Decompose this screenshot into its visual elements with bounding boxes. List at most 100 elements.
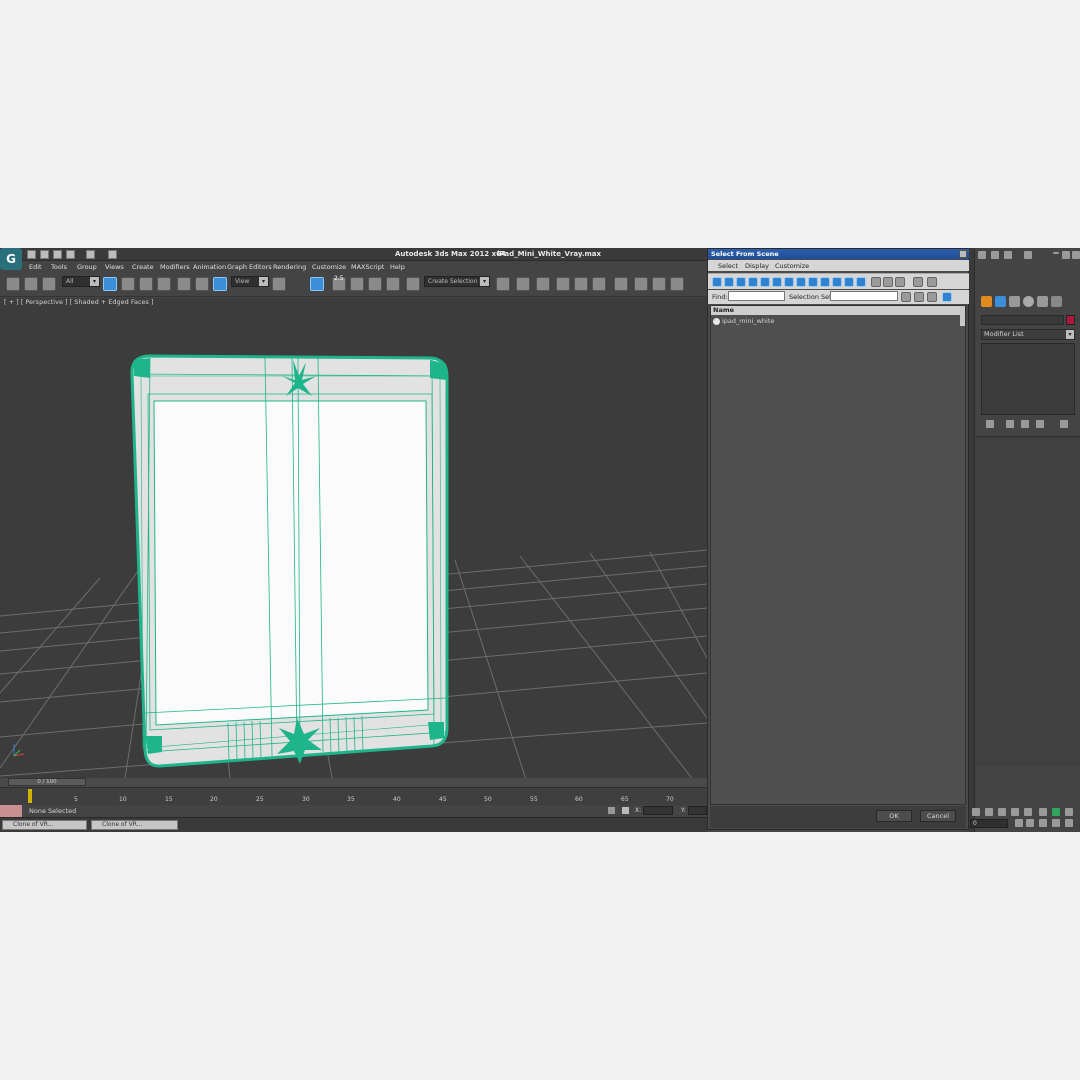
menu-customize[interactable]: Customize — [312, 263, 346, 271]
make-unique-icon[interactable] — [1021, 420, 1029, 428]
display-containers-icon[interactable] — [820, 277, 830, 287]
select-none-icon[interactable] — [914, 292, 924, 302]
render-setup-icon[interactable] — [634, 277, 648, 291]
show-end-result-icon[interactable] — [1006, 420, 1014, 428]
time-slider[interactable]: 0 / 100 — [0, 778, 707, 787]
taskbar-item[interactable]: Clone of VR... — [91, 820, 178, 830]
menu-animation[interactable]: Animation — [193, 263, 226, 271]
material-editor-icon[interactable] — [614, 277, 628, 291]
menu-create[interactable]: Create — [132, 263, 154, 271]
selection-set-dropdown[interactable] — [830, 291, 898, 301]
time-config-icon[interactable] — [1015, 819, 1023, 827]
modifier-stack[interactable] — [981, 343, 1075, 415]
next-frame-icon[interactable] — [1011, 808, 1019, 816]
close-icon[interactable] — [959, 250, 967, 258]
object-color-swatch[interactable] — [1066, 315, 1075, 325]
display-groups-icon[interactable] — [784, 277, 794, 287]
display-geometry-icon[interactable] — [712, 277, 722, 287]
selection-filter-dropdown[interactable]: All ▾ — [62, 276, 100, 287]
link-icon[interactable] — [6, 277, 20, 291]
zoom-extents-icon[interactable] — [1052, 808, 1060, 816]
maximize-viewport-icon[interactable] — [1065, 819, 1073, 827]
walk-through-icon[interactable] — [1052, 819, 1060, 827]
edit-named-selection-icon[interactable] — [406, 277, 420, 291]
rotate-icon[interactable] — [195, 277, 209, 291]
pivot-center-icon[interactable] — [272, 277, 286, 291]
restore-icon[interactable] — [1062, 251, 1070, 259]
app-logo-icon[interactable]: G — [0, 248, 22, 270]
x-coordinate-field[interactable] — [643, 806, 673, 815]
dialog-menu-display[interactable]: Display — [745, 262, 769, 270]
window-crossing-icon[interactable] — [157, 277, 171, 291]
maxscript-listener-icon[interactable] — [0, 805, 22, 817]
taskbar-item[interactable]: Clone of VR... — [2, 820, 87, 830]
bind-space-warp-icon[interactable] — [42, 277, 56, 291]
menu-modifiers[interactable]: Modifiers — [160, 263, 190, 271]
display-hidden-icon[interactable] — [844, 277, 854, 287]
pin-stack-icon[interactable] — [986, 420, 994, 428]
play-icon[interactable] — [998, 808, 1006, 816]
object-list[interactable]: Name ipad_mini_white — [710, 305, 966, 805]
display-xrefs-icon[interactable] — [796, 277, 806, 287]
undo-icon[interactable] — [66, 250, 75, 259]
display-all-icon[interactable] — [856, 277, 866, 287]
go-to-end-icon[interactable] — [1024, 808, 1032, 816]
modifier-list-dropdown[interactable]: Modifier List ▾ — [981, 329, 1075, 340]
hierarchy-tab-icon[interactable] — [1009, 296, 1020, 307]
dialog-menu-customize[interactable]: Customize — [775, 262, 809, 270]
subscription-icon[interactable] — [991, 251, 999, 259]
menu-tools[interactable]: Tools — [51, 263, 67, 271]
display-lights-icon[interactable] — [736, 277, 746, 287]
display-tab-icon[interactable] — [1037, 296, 1048, 307]
new-file-icon[interactable] — [27, 250, 36, 259]
absolute-mode-icon[interactable] — [622, 807, 629, 814]
configure-modifier-sets-icon[interactable] — [1060, 420, 1068, 428]
menu-rendering[interactable]: Rendering — [273, 263, 306, 271]
dialog-menu-select[interactable]: Select — [718, 262, 738, 270]
schematic-view-icon[interactable] — [592, 277, 606, 291]
favorites-icon[interactable] — [1004, 251, 1012, 259]
menu-help[interactable]: Help — [390, 263, 405, 271]
select-all-icon[interactable] — [901, 292, 911, 302]
modify-tab-icon[interactable] — [995, 296, 1006, 307]
ok-button[interactable]: OK — [876, 810, 912, 822]
help-icon[interactable] — [1024, 251, 1032, 259]
current-frame-field[interactable]: 0 — [970, 819, 1008, 828]
percent-snap-icon[interactable] — [368, 277, 382, 291]
list-header-name[interactable]: Name — [711, 306, 961, 315]
rendered-frame-window-icon[interactable] — [652, 277, 666, 291]
named-selection-dropdown[interactable]: Create Selection Se ▾ — [424, 276, 490, 287]
display-none-icon[interactable] — [871, 277, 881, 287]
menu-edit[interactable]: Edit — [29, 263, 42, 271]
pan-icon[interactable] — [1026, 819, 1034, 827]
sync-selection-icon[interactable] — [895, 277, 905, 287]
close-icon[interactable] — [1072, 251, 1080, 259]
cancel-button[interactable]: Cancel — [920, 810, 956, 822]
layer-manager-icon[interactable] — [536, 277, 550, 291]
orbit-icon[interactable] — [1039, 819, 1047, 827]
minimize-icon[interactable] — [1053, 252, 1059, 254]
project-folder-icon[interactable] — [108, 250, 117, 259]
search-icon[interactable] — [978, 251, 986, 259]
previous-frame-icon[interactable] — [985, 808, 993, 816]
render-production-icon[interactable] — [670, 277, 684, 291]
spinner-snap-icon[interactable] — [386, 277, 400, 291]
time-slider-thumb[interactable]: 0 / 100 — [8, 778, 86, 786]
redo-icon[interactable] — [86, 250, 95, 259]
filter-settings-icon[interactable] — [927, 277, 937, 287]
lock-icon[interactable] — [608, 807, 615, 814]
display-cameras-icon[interactable] — [748, 277, 758, 287]
manipulate-icon[interactable] — [310, 277, 324, 291]
select-dependents-icon[interactable] — [942, 292, 952, 302]
current-frame-marker[interactable] — [28, 789, 32, 803]
display-helpers-icon[interactable] — [760, 277, 770, 287]
create-tab-icon[interactable] — [981, 296, 992, 307]
save-file-icon[interactable] — [53, 250, 62, 259]
go-to-start-icon[interactable] — [972, 808, 980, 816]
remove-modifier-icon[interactable] — [1036, 420, 1044, 428]
curve-editor-icon[interactable] — [574, 277, 588, 291]
filter-icon[interactable] — [913, 277, 923, 287]
zoom-icon[interactable] — [1039, 808, 1047, 816]
menu-views[interactable]: Views — [105, 263, 124, 271]
select-by-name-icon[interactable] — [121, 277, 135, 291]
